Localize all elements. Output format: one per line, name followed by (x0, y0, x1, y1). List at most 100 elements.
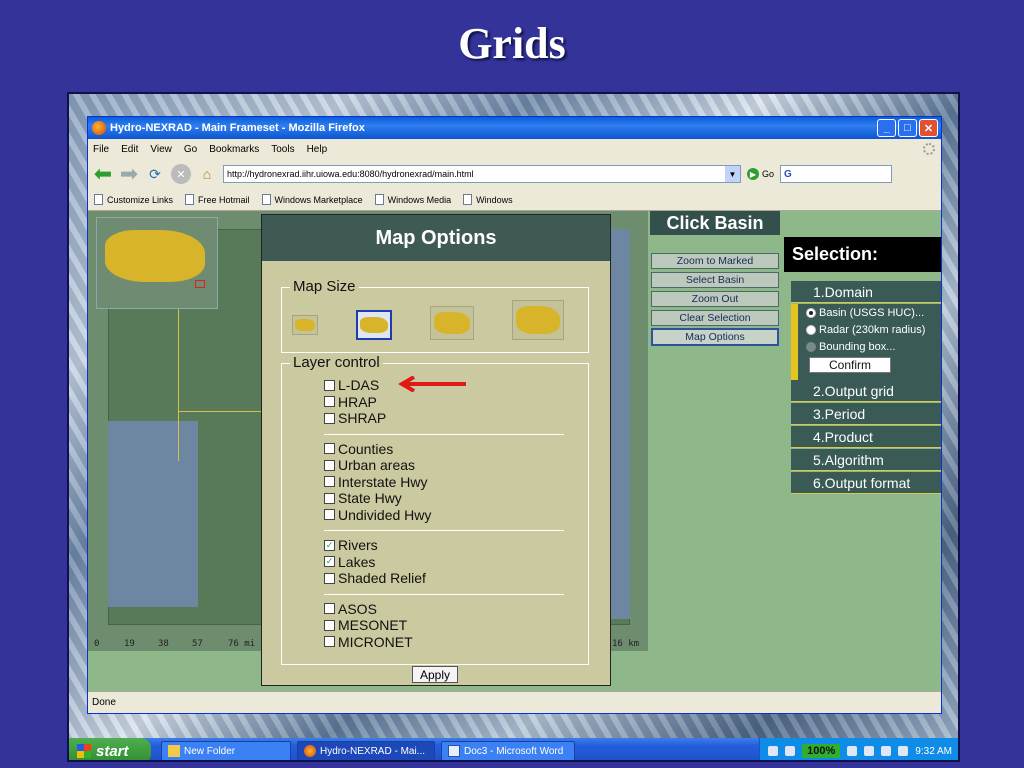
reload-icon[interactable]: ⟳ (145, 164, 165, 184)
layer-checkbox-asos[interactable]: ASOS (324, 601, 564, 618)
close-button[interactable]: ✕ (919, 119, 938, 137)
task-label: New Folder (184, 745, 236, 757)
menu-bookmarks[interactable]: Bookmarks (209, 144, 259, 155)
task-new-folder[interactable]: New Folder (161, 741, 291, 760)
step-domain[interactable]: 1.Domain (791, 281, 941, 303)
tray-icon[interactable] (847, 746, 858, 756)
go-button[interactable]: ▶ Go (747, 168, 774, 180)
stop-icon[interactable]: ✕ (171, 164, 191, 184)
clear-selection-button[interactable]: Clear Selection (651, 310, 779, 326)
layer-checkbox-counties[interactable]: Counties (324, 441, 564, 458)
layer-checkbox-mesonet[interactable]: MESONET (324, 617, 564, 634)
network-icon[interactable] (881, 746, 892, 756)
layer-checkbox-lakes[interactable]: ✓ Lakes (324, 554, 564, 571)
maximize-button[interactable]: □ (898, 119, 917, 137)
bookmark-windows[interactable]: Windows (463, 194, 513, 205)
volume-icon[interactable] (898, 746, 909, 756)
start-label: start (96, 742, 129, 760)
checkbox-icon[interactable] (324, 636, 335, 648)
layer-checkbox-undivided-hwy[interactable]: Undivided Hwy (324, 507, 564, 524)
zoom-to-marked-button[interactable]: Zoom to Marked (651, 253, 779, 269)
checkbox-icon[interactable] (324, 379, 335, 391)
tray-icon[interactable] (864, 746, 875, 756)
menu-go[interactable]: Go (184, 144, 197, 155)
step-product[interactable]: 4.Product (791, 426, 941, 448)
minimize-button[interactable]: _ (877, 119, 896, 137)
checkbox-icon[interactable] (324, 412, 335, 424)
layer-checkbox-interstate-hwy[interactable]: Interstate Hwy (324, 474, 564, 491)
checkbox-icon[interactable] (324, 396, 335, 408)
back-arrow-icon[interactable]: ⬅ (93, 161, 113, 186)
checkbox-icon[interactable] (324, 603, 335, 615)
step-output-format[interactable]: 6.Output format (791, 472, 941, 494)
scale-label: 57 (192, 639, 203, 649)
search-engine-icon: G (784, 168, 792, 180)
overview-map[interactable] (96, 217, 218, 309)
screenshot-frame: Hydro-NEXRAD - Main Frameset - Mozilla F… (67, 92, 960, 762)
checkbox-checked-icon[interactable]: ✓ (324, 556, 335, 568)
radio-radar[interactable]: Radar (230km radius) (798, 321, 941, 338)
menu-view[interactable]: View (150, 144, 172, 155)
status-bar: Done (88, 691, 941, 713)
confirm-button[interactable]: Confirm (809, 357, 891, 373)
layer-checkbox-shrap[interactable]: SHRAP (324, 410, 564, 427)
tray-icon[interactable] (785, 746, 796, 756)
map-size-xlarge-button[interactable] (512, 300, 564, 340)
checkbox-icon[interactable] (324, 572, 335, 584)
layer-checkbox-rivers[interactable]: ✓ Rivers (324, 537, 564, 554)
usa-map-icon (516, 306, 560, 334)
map-size-large-button[interactable] (430, 306, 474, 340)
task-word[interactable]: Doc3 - Microsoft Word (441, 741, 575, 760)
checkbox-icon[interactable] (324, 619, 335, 631)
bookmark-windows-marketplace[interactable]: Windows Marketplace (261, 194, 363, 205)
map-size-legend: Map Size (290, 278, 359, 295)
checkbox-icon[interactable] (324, 476, 335, 488)
window-titlebar[interactable]: Hydro-NEXRAD - Main Frameset - Mozilla F… (88, 117, 941, 139)
checkbox-icon[interactable] (324, 443, 335, 455)
task-firefox[interactable]: Hydro-NEXRAD - Mai... (297, 741, 435, 760)
state-border (178, 411, 268, 451)
select-basin-button[interactable]: Select Basin (651, 272, 779, 288)
bookmark-label: Customize Links (107, 194, 174, 205)
layer-checkbox-state-hwy[interactable]: State Hwy (324, 490, 564, 507)
step-output-grid[interactable]: 2.Output grid (791, 380, 941, 402)
menu-file[interactable]: File (93, 144, 109, 155)
step-algorithm[interactable]: 5.Algorithm (791, 449, 941, 471)
tray-icon[interactable] (768, 746, 779, 756)
url-field[interactable]: http://hydronexrad.iihr.uiowa.edu:8080/h… (223, 165, 741, 183)
layer-label: Urban areas (338, 457, 416, 474)
map-size-medium-button[interactable] (356, 310, 392, 340)
status-text: Done (92, 697, 116, 708)
url-dropdown-icon[interactable]: ▼ (725, 166, 740, 182)
page-icon (94, 194, 103, 205)
menu-help[interactable]: Help (307, 144, 328, 155)
bookmark-customize-links[interactable]: Customize Links (94, 194, 173, 205)
checkbox-icon[interactable] (324, 509, 335, 521)
radio-label: Bounding box... (819, 340, 896, 353)
checkbox-icon[interactable] (324, 492, 335, 504)
bookmark-windows-media[interactable]: Windows Media (374, 194, 451, 205)
bookmark-free-hotmail[interactable]: Free Hotmail (185, 194, 250, 205)
home-icon[interactable]: ⌂ (197, 164, 217, 184)
forward-arrow-icon[interactable]: ➡ (119, 161, 139, 186)
checkbox-checked-icon[interactable]: ✓ (324, 539, 335, 551)
start-button[interactable]: start (69, 738, 151, 760)
radio-label: Radar (230km radius) (819, 323, 926, 336)
menu-tools[interactable]: Tools (271, 144, 294, 155)
layer-checkbox-hrap[interactable]: HRAP (324, 394, 564, 411)
layer-checkbox-micronet[interactable]: MICRONET (324, 634, 564, 651)
layer-checkbox-urban-areas[interactable]: Urban areas (324, 457, 564, 474)
apply-button[interactable]: Apply (412, 666, 458, 683)
map-size-small-button[interactable] (292, 315, 318, 335)
radio-basin[interactable]: Basin (USGS HUC)... (798, 304, 941, 321)
search-field[interactable]: G (780, 165, 893, 183)
step-period[interactable]: 3.Period (791, 403, 941, 425)
map-options-button[interactable]: Map Options (651, 328, 779, 346)
click-basin-header: Click Basin (650, 211, 780, 235)
menu-edit[interactable]: Edit (121, 144, 138, 155)
checkbox-icon[interactable] (324, 459, 335, 471)
radio-bounding-box[interactable]: Bounding box... (798, 338, 941, 355)
layer-checkbox-shaded-relief[interactable]: Shaded Relief (324, 570, 564, 587)
zoom-out-button[interactable]: Zoom Out (651, 291, 779, 307)
zoom-indicator[interactable]: 100% (802, 744, 841, 758)
